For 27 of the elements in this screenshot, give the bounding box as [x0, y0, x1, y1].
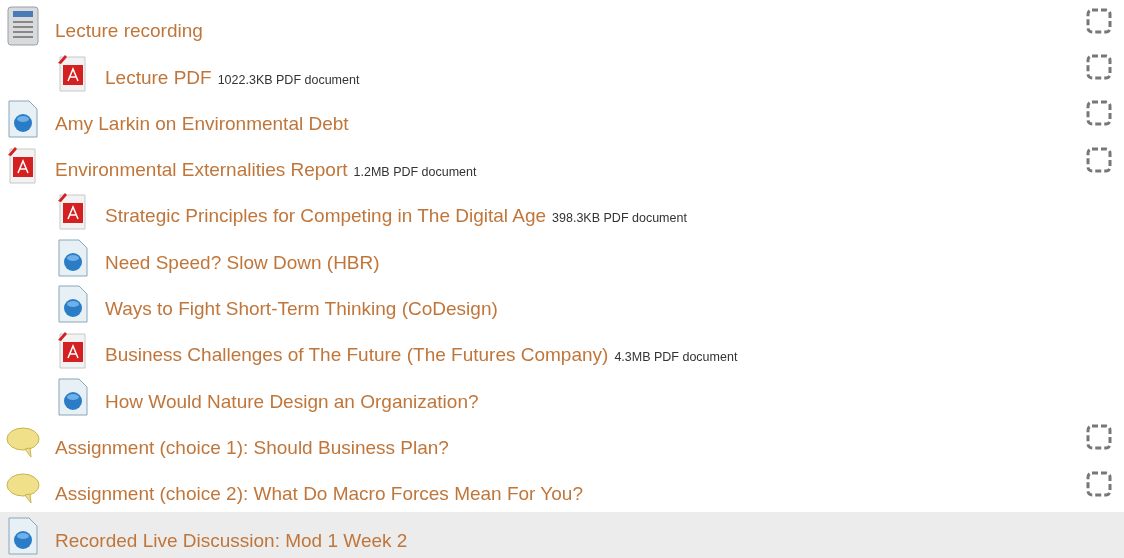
activity-link[interactable]: Ways to Fight Short-Term Thinking (CoDesign): [105, 298, 498, 321]
web-page-icon: [55, 284, 91, 325]
web-page-icon: [5, 98, 41, 139]
web-page-icon: [55, 237, 91, 278]
file-details: 1022.3KB PDF document: [217, 72, 360, 87]
document-icon: [5, 6, 41, 47]
activity-link[interactable]: Assignment (choice 2): What Do Macro Forces Mean For You?: [55, 483, 583, 506]
completion-checkbox[interactable]: [1086, 53, 1112, 80]
completion-checkbox[interactable]: [1086, 424, 1112, 451]
web-page-icon: [55, 376, 91, 417]
activity-link[interactable]: How Would Nature Design an Organization?: [105, 390, 479, 413]
activity-link[interactable]: Amy Larkin on Environmental Debt: [55, 112, 349, 135]
completion-checkbox[interactable]: [1086, 146, 1112, 173]
file-details: 1.2MB PDF document: [353, 165, 477, 180]
completion-checkbox[interactable]: [1086, 7, 1112, 34]
activity-link[interactable]: Lecture PDF: [105, 66, 212, 89]
activity-link[interactable]: Assignment (choice 1): Should Business Plan?: [55, 436, 449, 459]
activity-link[interactable]: Lecture recording: [55, 20, 203, 43]
completion-checkbox[interactable]: [1086, 100, 1112, 127]
activity-link[interactable]: Need Speed? Slow Down (HBR): [105, 251, 380, 274]
file-details: 4.3MB PDF document: [614, 350, 738, 365]
file-details: 398.3KB PDF document: [552, 211, 687, 226]
activity-link[interactable]: Recorded Live Discussion: Mod 1 Week 2: [55, 529, 408, 552]
activity-link[interactable]: Business Challenges of The Future (The Futures Company): [105, 344, 609, 367]
activity-link[interactable]: Strategic Principles for Competing in The Digital Age: [105, 205, 547, 228]
activity-link[interactable]: Environmental Externalities Report: [55, 159, 348, 182]
completion-checkbox[interactable]: [1086, 470, 1112, 497]
